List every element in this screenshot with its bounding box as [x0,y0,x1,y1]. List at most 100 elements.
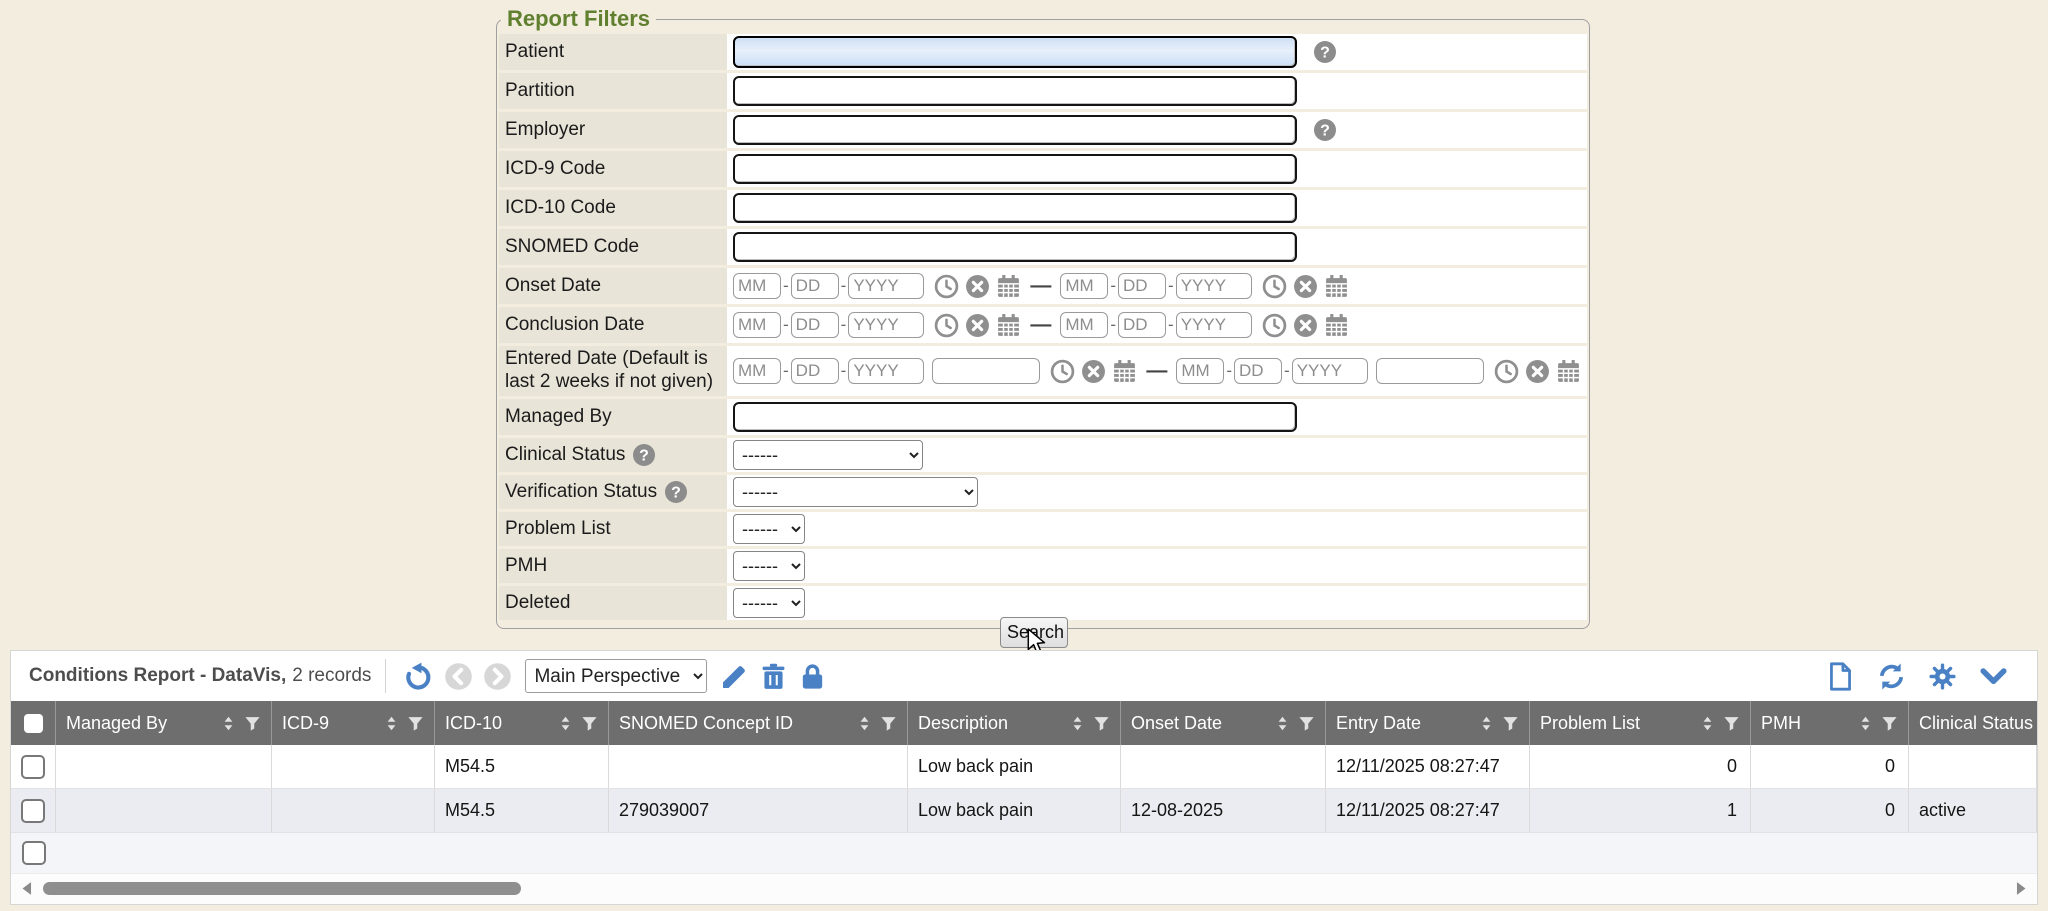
select-all-checkbox[interactable] [24,714,43,733]
nav-forward-icon[interactable] [483,662,512,691]
onset-from-day-input[interactable] [791,273,839,299]
calendar-icon[interactable] [996,274,1021,299]
clear-icon[interactable] [1293,274,1318,299]
sort-icon[interactable] [1857,715,1874,732]
entered-from-day-input[interactable] [791,358,839,384]
filter-icon[interactable] [1093,715,1110,732]
sort-icon[interactable] [1478,715,1495,732]
edit-perspective-icon[interactable] [720,662,749,691]
managed-by-input[interactable] [733,402,1297,432]
conclusion-to-year-input[interactable] [1176,312,1252,338]
clock-icon[interactable] [1262,313,1287,338]
table-row[interactable]: M54.5 Low back pain 12/11/2025 08:27:47 … [11,745,2037,789]
onset-from-year-input[interactable] [848,273,924,299]
verification-status-select[interactable]: ------ [733,477,978,507]
row-checkbox[interactable] [22,841,46,865]
filter-icon[interactable] [581,715,598,732]
clock-icon[interactable] [934,313,959,338]
verification-status-help-icon[interactable] [664,480,688,504]
column-header-icd10[interactable]: ICD-10 [435,701,609,745]
undo-icon[interactable] [405,662,434,691]
conclusion-from-year-input[interactable] [848,312,924,338]
nav-back-icon[interactable] [444,662,473,691]
horizontal-scrollbar[interactable] [11,873,2037,904]
sort-icon[interactable] [1699,715,1716,732]
table-row[interactable]: M54.5 279039007 Low back pain 12-08-2025… [11,789,2037,833]
filter-icon[interactable] [1502,715,1519,732]
clinical-status-help-icon[interactable] [632,443,656,467]
perspective-select[interactable]: Main Perspective [525,659,707,693]
column-header-pmh[interactable]: PMH [1751,701,1909,745]
sort-icon[interactable] [220,715,237,732]
onset-to-month-input[interactable] [1060,273,1108,299]
employer-input[interactable] [733,115,1297,145]
icd9-input[interactable] [733,154,1297,184]
column-header-snomed[interactable]: SNOMED Concept ID [609,701,908,745]
column-header-clinical-status[interactable]: Clinical Status [1909,701,2037,745]
sort-icon[interactable] [856,715,873,732]
employer-help-icon[interactable] [1313,118,1337,142]
clock-icon[interactable] [934,274,959,299]
entered-from-time-input[interactable] [932,358,1040,384]
filter-icon[interactable] [1298,715,1315,732]
sort-icon[interactable] [1274,715,1291,732]
filter-icon[interactable] [1881,715,1898,732]
clear-icon[interactable] [965,274,990,299]
lock-perspective-icon[interactable] [798,662,827,691]
calendar-icon[interactable] [996,313,1021,338]
clear-icon[interactable] [1293,313,1318,338]
patient-input[interactable] [733,36,1297,68]
search-button[interactable]: Search [1000,617,1068,648]
icd10-input[interactable] [733,193,1297,223]
calendar-icon[interactable] [1556,359,1581,384]
column-header-description[interactable]: Description [908,701,1121,745]
refresh-icon[interactable] [1877,662,1906,691]
filter-icon[interactable] [244,715,261,732]
scrollbar-thumb[interactable] [43,882,521,895]
entered-to-month-input[interactable] [1176,358,1224,384]
calendar-icon[interactable] [1324,313,1349,338]
clock-icon[interactable] [1494,359,1519,384]
column-header-problem-list[interactable]: Problem List [1530,701,1751,745]
entered-from-year-input[interactable] [848,358,924,384]
sort-icon[interactable] [557,715,574,732]
column-header-onset-date[interactable]: Onset Date [1121,701,1326,745]
entered-to-time-input[interactable] [1376,358,1484,384]
calendar-icon[interactable] [1112,359,1137,384]
scroll-left-icon[interactable] [19,880,36,897]
delete-perspective-icon[interactable] [759,662,788,691]
table-row-new[interactable] [11,833,2037,873]
collapse-chevron-icon[interactable] [1979,662,2008,691]
clinical-status-select[interactable]: ------ [733,440,923,470]
conclusion-to-day-input[interactable] [1118,312,1166,338]
partition-input[interactable] [733,76,1297,106]
sort-icon[interactable] [383,715,400,732]
pmh-select[interactable]: ------ [733,551,805,581]
clear-icon[interactable] [1525,359,1550,384]
scroll-right-icon[interactable] [2012,880,2029,897]
snomed-input[interactable] [733,232,1297,262]
clock-icon[interactable] [1050,359,1075,384]
onset-to-day-input[interactable] [1118,273,1166,299]
conclusion-from-month-input[interactable] [733,312,781,338]
entered-from-month-input[interactable] [733,358,781,384]
column-header-icd9[interactable]: ICD-9 [272,701,435,745]
onset-from-month-input[interactable] [733,273,781,299]
filter-icon[interactable] [880,715,897,732]
row-checkbox[interactable] [21,755,45,779]
clock-icon[interactable] [1262,274,1287,299]
deleted-select[interactable]: ------ [733,588,805,618]
problem-list-select[interactable]: ------ [733,514,805,544]
new-report-icon[interactable] [1826,662,1855,691]
entered-to-day-input[interactable] [1234,358,1282,384]
settings-gear-icon[interactable] [1928,662,1957,691]
sort-icon[interactable] [1069,715,1086,732]
conclusion-from-day-input[interactable] [791,312,839,338]
onset-to-year-input[interactable] [1176,273,1252,299]
patient-help-icon[interactable] [1313,40,1337,64]
row-checkbox[interactable] [21,799,45,823]
filter-icon[interactable] [1723,715,1740,732]
clear-icon[interactable] [965,313,990,338]
conclusion-to-month-input[interactable] [1060,312,1108,338]
column-header-entry-date[interactable]: Entry Date [1326,701,1530,745]
